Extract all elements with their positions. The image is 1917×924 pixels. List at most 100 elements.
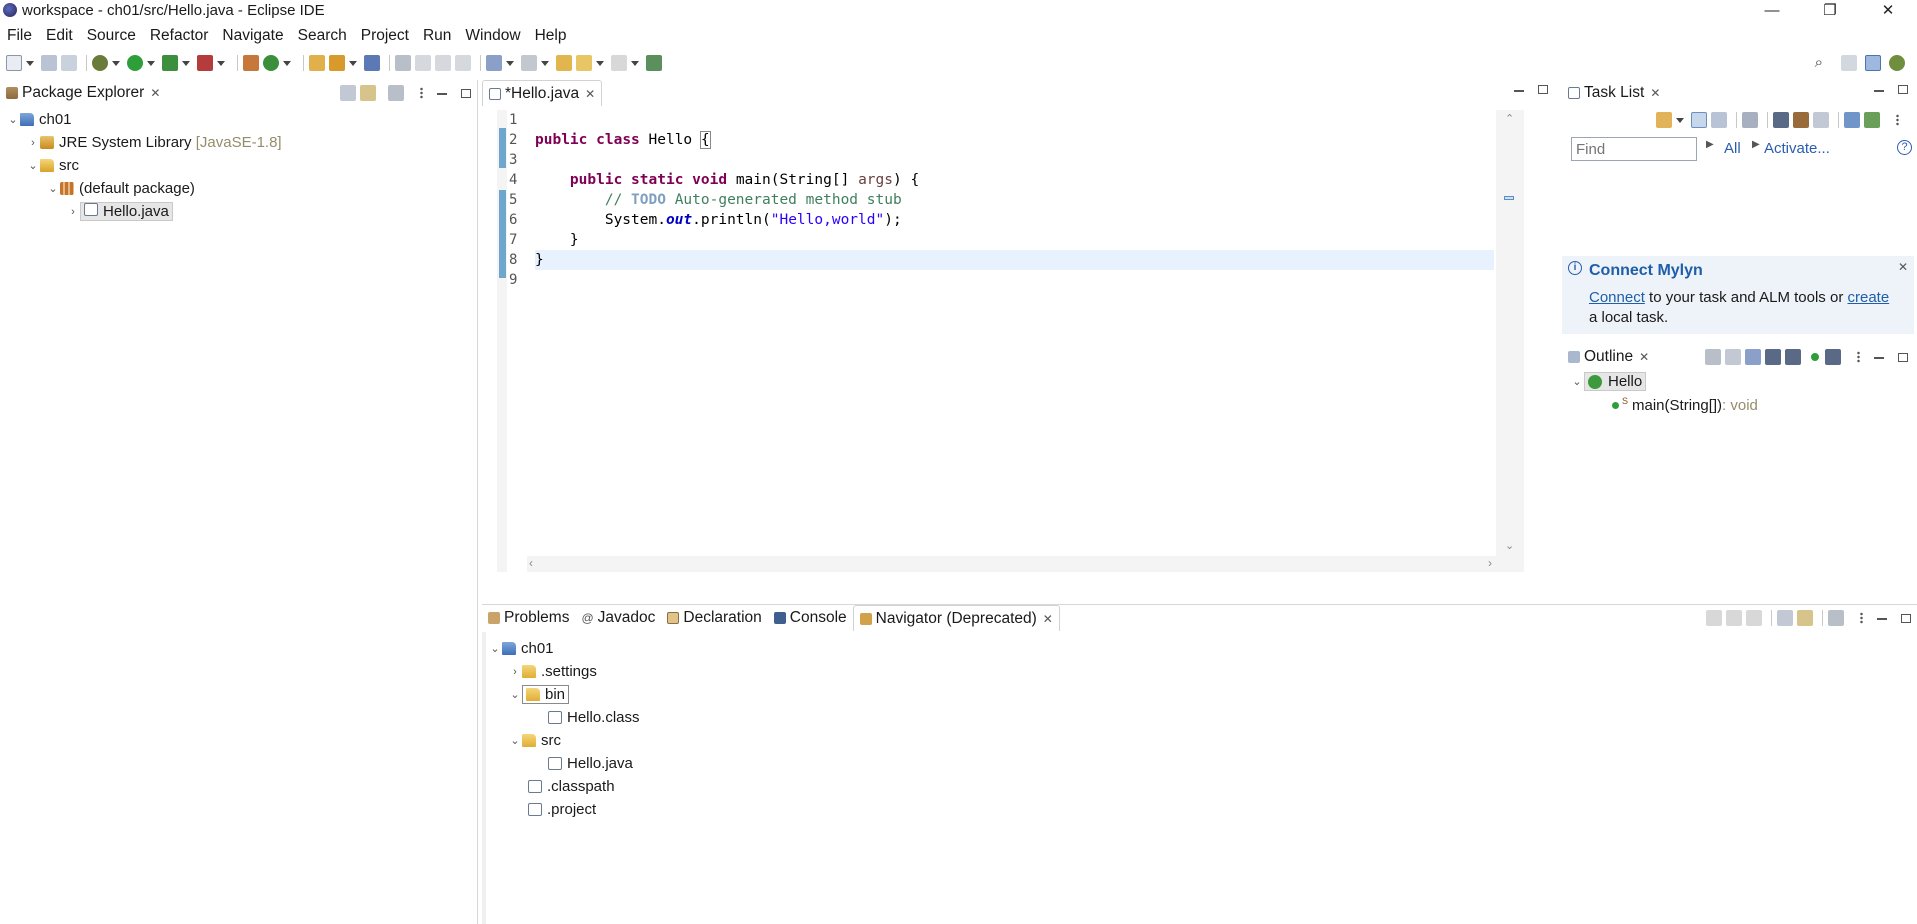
tab-hello-java[interactable]: *Hello.java ✕ [482, 80, 603, 106]
previous-annotation-dropdown-icon[interactable] [541, 60, 549, 66]
save-all-icon[interactable] [61, 55, 77, 71]
collapse-all-icon[interactable] [1813, 112, 1829, 128]
code-editor[interactable]: 1 2 3 4 5 6 7 8 9 public class Hello { p… [497, 110, 1524, 572]
external-tools-icon[interactable] [197, 55, 213, 71]
nav-item-settings[interactable]: › .settings [508, 662, 597, 681]
minimize-icon[interactable] [1514, 89, 1524, 92]
new-java-package-icon[interactable] [243, 55, 259, 71]
chevron-down-icon[interactable]: ⌄ [46, 182, 60, 195]
horizontal-scrollbar[interactable]: ‹ › [527, 556, 1496, 572]
menu-navigate[interactable]: Navigate [215, 27, 290, 45]
chevron-down-icon[interactable]: ⌄ [508, 734, 522, 747]
run-icon[interactable] [127, 55, 143, 71]
chevron-down-icon[interactable]: ⌄ [6, 113, 20, 126]
scroll-up-icon[interactable]: ⌃ [1505, 112, 1514, 125]
tab-problems[interactable]: Problems [482, 605, 575, 631]
menu-help[interactable]: Help [528, 27, 574, 45]
menu-project[interactable]: Project [354, 27, 416, 45]
previous-annotation-icon[interactable] [521, 55, 537, 71]
menu-window[interactable]: Window [458, 27, 527, 45]
minimize-icon[interactable] [1874, 357, 1884, 359]
debug-dropdown-icon[interactable] [112, 60, 120, 66]
filter-icon[interactable] [1828, 610, 1844, 626]
tab-package-explorer[interactable]: Package Explorer ✕ [0, 80, 166, 106]
back-dropdown-icon[interactable] [596, 60, 604, 66]
new-icon[interactable] [6, 55, 22, 71]
chevron-right-icon[interactable]: › [66, 206, 80, 218]
menu-source[interactable]: Source [80, 27, 143, 45]
open-type-icon[interactable] [309, 55, 325, 71]
maximize-icon[interactable] [461, 88, 471, 98]
collapse-all-icon[interactable] [340, 85, 356, 101]
link-with-editor-icon[interactable] [1797, 610, 1813, 626]
show-ui-legend-icon[interactable] [1864, 112, 1880, 128]
chevron-right-icon[interactable]: › [508, 666, 522, 678]
view-menu-icon[interactable] [420, 87, 423, 99]
minimize-icon[interactable] [1877, 618, 1887, 620]
next-annotation-dropdown-icon[interactable] [506, 60, 514, 66]
nav-item-src[interactable]: ⌄ src [508, 731, 561, 750]
last-edit-location-icon[interactable] [556, 55, 572, 71]
tree-item-src[interactable]: ⌄ src [26, 156, 79, 175]
vertical-scrollbar[interactable]: ⌃ ⌄ [1496, 110, 1524, 572]
create-link[interactable]: create [1847, 289, 1889, 306]
toggle-block-selection-icon[interactable] [435, 55, 451, 71]
tree-item-default-package[interactable]: ⌄ (default package) [46, 179, 195, 198]
open-perspective-icon[interactable] [1841, 54, 1857, 71]
forward-icon[interactable] [611, 55, 627, 71]
close-icon[interactable]: ✕ [585, 87, 595, 101]
view-menu-icon[interactable] [1857, 351, 1860, 363]
menu-refactor[interactable]: Refactor [143, 27, 216, 45]
overview-ruler-marker[interactable] [1504, 196, 1514, 200]
menu-file[interactable]: File [0, 27, 39, 45]
hide-completed-icon[interactable] [1773, 112, 1789, 128]
sort-icon[interactable] [1745, 349, 1761, 365]
connect-link[interactable]: Connect [1589, 289, 1645, 306]
help-icon[interactable]: ? [1897, 140, 1912, 155]
tab-task-list[interactable]: Task List ✕ [1562, 80, 1666, 106]
new-class-dropdown-icon[interactable] [283, 60, 291, 66]
nav-item-project-file[interactable]: .project [528, 800, 596, 819]
tab-javadoc[interactable]: @ Javadoc [575, 605, 661, 631]
view-menu-icon[interactable] [1896, 114, 1899, 126]
debug-icon[interactable] [92, 55, 108, 71]
close-icon[interactable]: ✕ [150, 86, 160, 100]
nav-item-bin[interactable]: ⌄ bin [508, 685, 570, 704]
maximize-icon[interactable] [1538, 85, 1548, 94]
outline-item-class[interactable]: ⌄ Hello [1570, 372, 1647, 391]
outline-item-method[interactable]: S main(String[]) : void [1612, 396, 1758, 415]
close-icon[interactable]: ✕ [1898, 260, 1908, 274]
tab-navigator[interactable]: Navigator (Deprecated) ✕ [852, 605, 1060, 631]
link-with-editor-icon[interactable] [360, 85, 376, 101]
new-java-class-icon[interactable] [263, 55, 279, 71]
scheduled-icon[interactable] [1711, 112, 1727, 128]
new-task-icon[interactable] [1656, 112, 1672, 128]
task-dropdown-icon[interactable] [349, 60, 357, 66]
restore-button[interactable]: ❐ [1801, 0, 1859, 20]
back-icon[interactable] [1706, 610, 1722, 626]
coverage-icon[interactable] [162, 55, 178, 71]
tab-console[interactable]: Console [768, 605, 853, 631]
tab-outline[interactable]: Outline ✕ [1562, 344, 1655, 370]
categorized-icon[interactable] [1691, 112, 1707, 128]
focus-icon[interactable] [1793, 112, 1809, 128]
external-tools-dropdown-icon[interactable] [217, 60, 225, 66]
close-icon[interactable]: ✕ [1650, 86, 1660, 100]
show-whitespace-icon[interactable] [455, 55, 471, 71]
menu-search[interactable]: Search [291, 27, 354, 45]
java-perspective-icon[interactable] [1865, 54, 1881, 71]
hide-fields-icon[interactable] [1765, 349, 1781, 365]
close-button[interactable]: ✕ [1859, 0, 1917, 20]
hide-static-icon[interactable] [1785, 349, 1801, 365]
new-dropdown-icon[interactable] [26, 60, 34, 66]
toggle-word-wrap-icon[interactable] [415, 55, 431, 71]
tab-declaration[interactable]: Declaration [661, 605, 767, 631]
view-menu-icon[interactable] [1860, 612, 1863, 624]
find-input[interactable] [1571, 137, 1697, 161]
chevron-down-icon[interactable]: ⌄ [26, 159, 40, 172]
pin-editor-icon[interactable] [646, 55, 662, 71]
menu-run[interactable]: Run [416, 27, 458, 45]
minimize-icon[interactable] [437, 93, 447, 95]
open-task-icon[interactable] [329, 55, 345, 71]
menu-edit[interactable]: Edit [39, 27, 80, 45]
